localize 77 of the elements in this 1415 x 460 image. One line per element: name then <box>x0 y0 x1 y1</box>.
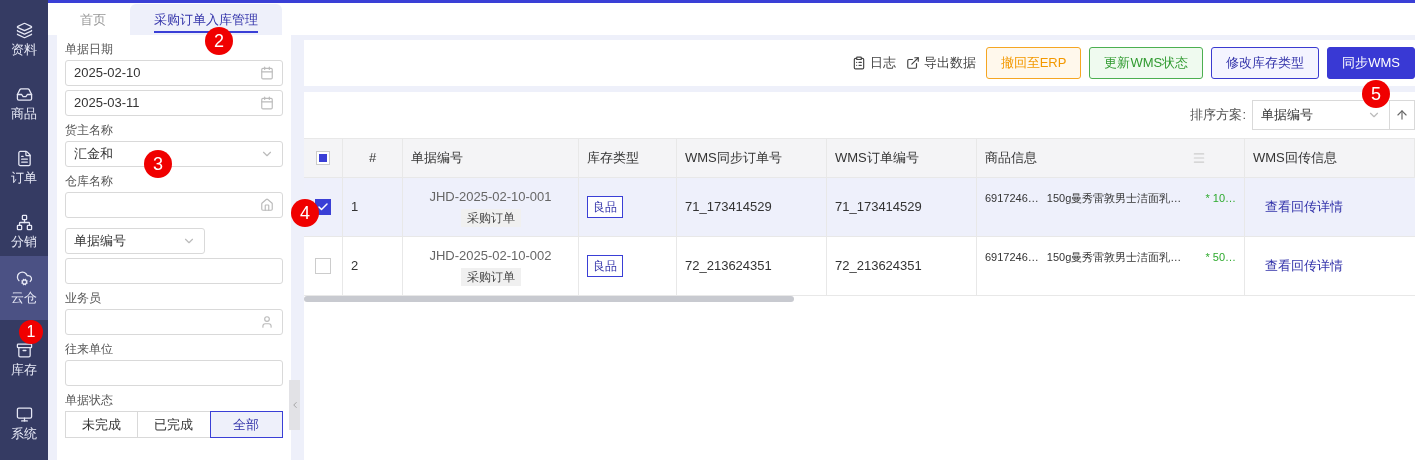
input-field[interactable] <box>65 258 283 284</box>
nav-icon <box>15 342 33 359</box>
product-quantity: * 50… <box>1205 250 1236 265</box>
table-cell-text: 71_173414529 <box>835 198 922 217</box>
sort-label: 排序方案: <box>1190 106 1246 125</box>
column-header: 库存类型 <box>587 149 639 168</box>
stock-type-tag: 良品 <box>587 196 623 218</box>
sidebar-item[interactable]: 云仓 <box>0 256 48 320</box>
nav-icon <box>15 270 33 287</box>
doc-type-tag: 采购订单 <box>460 268 521 287</box>
field-label: 仓库名称 <box>65 174 113 189</box>
calendar-icon <box>260 96 274 110</box>
table-cell-text: 71_173414529 <box>685 198 772 217</box>
column-header: # <box>368 149 377 168</box>
sidebar-item[interactable]: 订单 <box>0 148 48 188</box>
check-icon <box>317 201 329 213</box>
toolbar-button[interactable]: 同步WMS <box>1327 47 1415 79</box>
column-header: WMS同步订单号 <box>685 149 782 168</box>
product-name: 150g曼秀雷敦男士洁面乳… <box>1046 250 1182 265</box>
collapse-handle[interactable] <box>289 380 300 430</box>
status-option[interactable]: 全部 <box>209 411 283 438</box>
field-label: 单据状态 <box>65 393 113 408</box>
scrollbar[interactable] <box>304 296 794 302</box>
column-header: WMS订单编号 <box>835 149 919 168</box>
detail-link[interactable]: 查看回传详情 <box>1265 197 1343 217</box>
arrow-up-icon <box>1395 108 1409 122</box>
input-field[interactable] <box>65 360 283 386</box>
clipboard-icon <box>851 56 866 70</box>
stock-type-tag: 良品 <box>587 255 623 277</box>
product-name: 150g曼秀雷敦男士洁面乳… <box>1046 191 1182 206</box>
warehouse-field[interactable] <box>65 192 283 218</box>
nav-icon <box>15 214 33 231</box>
status-option[interactable]: 未完成 <box>65 411 139 438</box>
detail-link[interactable]: 查看回传详情 <box>1265 256 1343 276</box>
sidebar-item[interactable]: 系统 <box>0 404 48 444</box>
nav-icon <box>15 22 33 39</box>
step-badge: 4 <box>291 199 319 227</box>
menu-icon <box>1192 151 1206 165</box>
nav-icon <box>15 86 33 103</box>
doc-number: JHD-2025-02-10-002 <box>429 246 552 265</box>
toolbar-button[interactable]: 更新WMS状态 <box>1089 47 1204 79</box>
tab[interactable]: 采购订单入库管理 <box>130 4 282 35</box>
doc-field-select[interactable]: 单据编号 <box>65 228 205 254</box>
nav-icon <box>15 150 33 167</box>
column-header: 商品信息 <box>985 149 1037 168</box>
doc-type-tag: 采购订单 <box>460 209 521 228</box>
user-icon <box>260 315 274 329</box>
sidebar-item[interactable]: 商品 <box>0 84 48 124</box>
table-cell-text: 72_213624351 <box>835 257 922 276</box>
sort-direction-button[interactable] <box>1389 100 1415 130</box>
select-all-checkbox[interactable] <box>316 151 330 165</box>
toolbar-button[interactable]: 修改库存类型 <box>1211 47 1320 79</box>
table-row[interactable]: 2 JHD-2025-02-10-002 采购订单 良品 72_213624351 72_213624351 6917246… 150g曼秀雷敦男士洁面乳… * 50… 查看回传详情 <box>304 236 1415 295</box>
product-quantity: * 10… <box>1205 191 1236 206</box>
table-cell-text: 72_213624351 <box>685 257 772 276</box>
product-code: 6917246… <box>985 250 1039 265</box>
salesperson-field[interactable] <box>65 309 283 335</box>
house-icon <box>260 198 274 212</box>
product-code: 6917246… <box>985 191 1039 206</box>
nav-icon <box>15 406 33 423</box>
sidebar-item[interactable]: 资料 <box>0 20 48 60</box>
date-field[interactable]: 2025-02-10 <box>65 60 283 86</box>
column-header: WMS回传信息 <box>1253 149 1337 168</box>
column-header: 单据编号 <box>411 149 463 168</box>
table-cell-text: 1 <box>351 198 359 217</box>
table-cell-text: 2 <box>351 257 359 276</box>
field-label: 往来单位 <box>65 342 113 357</box>
date-field[interactable]: 2025-03-11 <box>65 90 283 116</box>
sidebar-item[interactable]: 分销 <box>0 212 48 252</box>
toolbar-link[interactable]: 日志 <box>851 53 896 73</box>
export-icon <box>905 56 920 70</box>
calendar-icon <box>260 66 274 80</box>
doc-number: JHD-2025-02-10-001 <box>429 187 552 206</box>
field-label: 单据日期 <box>65 42 113 57</box>
field-label: 货主名称 <box>65 123 113 138</box>
field-label: 业务员 <box>65 291 101 306</box>
toolbar-link[interactable]: 导出数据 <box>905 53 976 73</box>
